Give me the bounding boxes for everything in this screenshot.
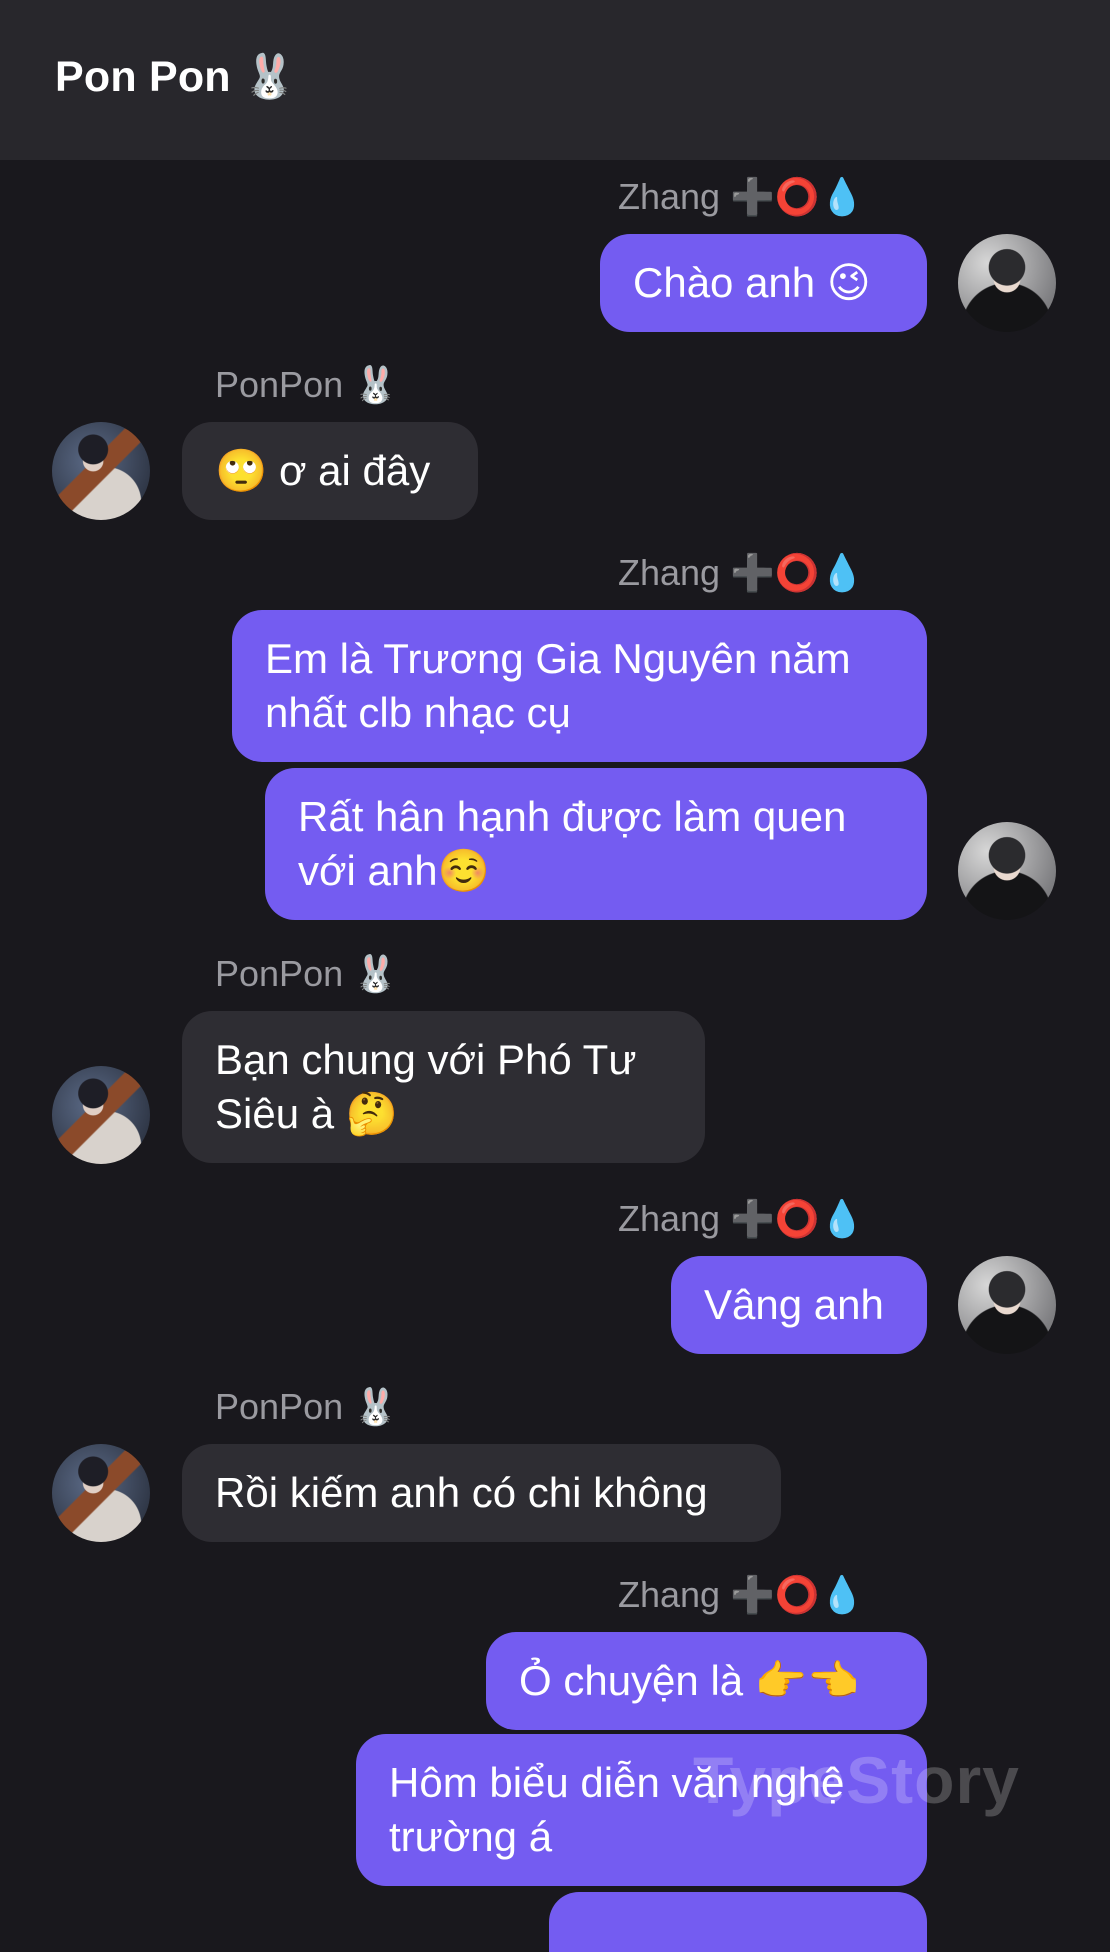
chat-header: Pon Pon 🐰: [0, 0, 1110, 160]
outgoing-message[interactable]: Chào anh 😉: [600, 234, 927, 332]
outgoing-message[interactable]: Ỏ chuyện là 👉👈: [486, 1632, 927, 1730]
message-text: Ỏ chuyện là 👉👈: [519, 1657, 860, 1704]
sender-name-ponpon: PonPon 🐰: [215, 364, 398, 405]
message-text: Vâng anh: [704, 1281, 884, 1328]
avatar-ponpon[interactable]: [52, 422, 150, 520]
outgoing-message[interactable]: Rất hân hạnh được làm quen với anh☺️: [265, 768, 927, 920]
incoming-message[interactable]: Bạn chung với Phó Tư Siêu à 🤔: [182, 1011, 705, 1163]
sender-name-zhang: Zhang ➕⭕💧: [618, 1198, 865, 1239]
message-text: Rồi kiếm anh có chi không: [215, 1469, 708, 1516]
avatar-ponpon[interactable]: [52, 1066, 150, 1164]
sender-name-zhang: Zhang ➕⭕💧: [618, 176, 865, 217]
outgoing-message-partial[interactable]: [549, 1892, 927, 1952]
message-text: Em là Trương Gia Nguyên năm nhất clb nhạ…: [265, 635, 851, 736]
message-text: Bạn chung với Phó Tư Siêu à 🤔: [215, 1036, 637, 1137]
avatar-zhang[interactable]: [958, 1256, 1056, 1354]
message-text: Rất hân hạnh được làm quen với anh☺️: [298, 793, 847, 894]
watermark: TypeStory: [693, 1743, 1020, 1817]
message-text: Chào anh 😉: [633, 259, 871, 306]
message-list[interactable]: Zhang ➕⭕💧 Chào anh 😉 PonPon 🐰 🙄 ơ ai đây…: [0, 160, 1110, 1952]
message-text: 🙄 ơ ai đây: [215, 447, 431, 494]
outgoing-message[interactable]: Vâng anh: [671, 1256, 927, 1354]
sender-name-ponpon: PonPon 🐰: [215, 1386, 398, 1427]
incoming-message[interactable]: Rồi kiếm anh có chi không: [182, 1444, 781, 1542]
sender-name-zhang: Zhang ➕⭕💧: [618, 1574, 865, 1615]
sender-name-zhang: Zhang ➕⭕💧: [618, 552, 865, 593]
sender-name-ponpon: PonPon 🐰: [215, 953, 398, 994]
avatar-zhang[interactable]: [958, 822, 1056, 920]
avatar-ponpon[interactable]: [52, 1444, 150, 1542]
incoming-message[interactable]: 🙄 ơ ai đây: [182, 422, 478, 520]
outgoing-message[interactable]: Em là Trương Gia Nguyên năm nhất clb nhạ…: [232, 610, 927, 762]
avatar-zhang[interactable]: [958, 234, 1056, 332]
chat-title: Pon Pon 🐰: [55, 53, 297, 101]
